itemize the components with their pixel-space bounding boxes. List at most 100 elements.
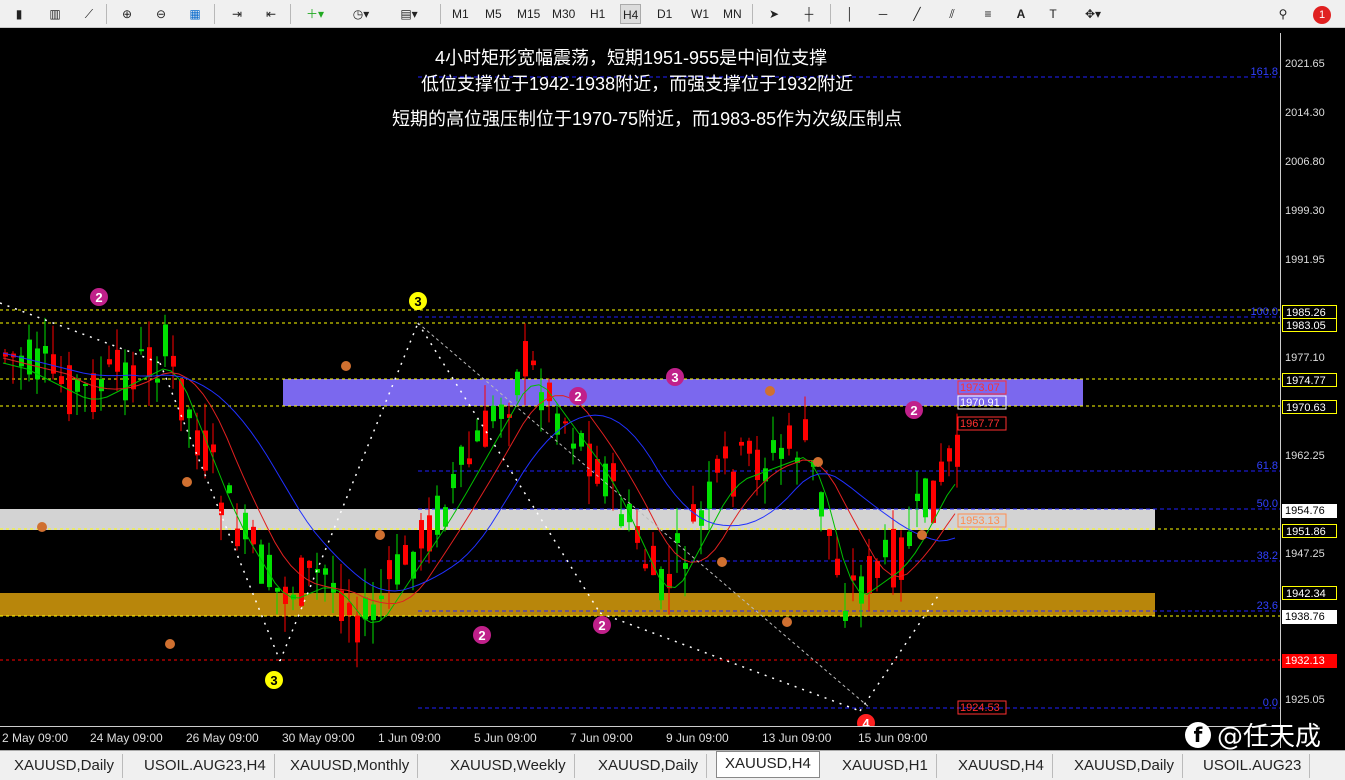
bull-candle — [155, 378, 160, 383]
horizontal-line-icon[interactable]: ─ — [872, 2, 894, 26]
bull-candle — [491, 405, 496, 422]
subwave-marker — [782, 617, 792, 627]
chart-tab[interactable]: XAUUSD,Daily — [6, 754, 124, 778]
bear-candle — [419, 520, 424, 549]
swing-dotted-line — [0, 302, 161, 364]
chart-tab[interactable]: XAUUSD,Daily — [590, 754, 708, 778]
subwave-marker — [765, 386, 775, 396]
crosshair-icon[interactable]: ┼ — [798, 2, 820, 26]
chart-tab[interactable]: USOIL.AUG23,H4 — [136, 754, 275, 778]
timeframe-m30[interactable]: M30 — [550, 4, 577, 24]
wave-label: 2 — [478, 628, 485, 643]
bear-candle — [115, 349, 120, 372]
subwave-marker — [341, 361, 351, 371]
bear-candle — [171, 355, 176, 367]
timeframe-m5[interactable]: M5 — [483, 4, 504, 24]
arrows-icon[interactable]: ✥▾ — [1076, 2, 1110, 26]
price-label: 1947.25 — [1285, 548, 1325, 560]
price-label: 1925.05 — [1285, 694, 1325, 706]
indicators-icon[interactable]: ＋▾ — [300, 2, 330, 26]
chart-tab[interactable]: XAUUSD,Daily — [1066, 754, 1184, 778]
timeframe-h1[interactable]: H1 — [588, 4, 607, 24]
bull-candle — [323, 568, 328, 575]
bull-candle — [459, 446, 464, 465]
equidistant-channel-icon[interactable]: ⫽ — [940, 2, 964, 26]
bar-chart-icon[interactable]: ▮ — [8, 2, 30, 26]
bull-candle — [123, 362, 128, 401]
bear-candle — [939, 461, 944, 482]
bear-candle — [835, 558, 840, 576]
fibonacci-label: 23.6 — [1257, 600, 1278, 612]
chart-tab[interactable]: XAUUSD,H1 — [834, 754, 937, 778]
bull-candle — [363, 597, 368, 620]
chart-tab[interactable]: USOIL.AUG23 — [1195, 754, 1311, 778]
bull-candle — [819, 492, 824, 517]
timeframe-mn[interactable]: MN — [721, 4, 744, 24]
bear-candle — [723, 446, 728, 459]
chart-tab[interactable]: XAUUSD,Monthly — [282, 754, 419, 778]
price-label: 1991.95 — [1285, 254, 1325, 266]
chart-tab[interactable]: XAUUSD,Weekly — [442, 754, 575, 778]
bear-candle — [867, 556, 872, 594]
watermark: f @任天成 — [1185, 716, 1321, 753]
bear-candle — [651, 545, 656, 576]
bull-candle — [683, 563, 688, 569]
bull-candle — [571, 443, 576, 449]
time-label: 30 May 09:00 — [282, 731, 355, 745]
price-chart[interactable]: 161.8 100.0 61.8 50.0 38.2 23.6 0.0 1973.07 1970… — [0, 33, 1280, 726]
level-tag: 1973.07 — [960, 382, 1000, 394]
bear-candle — [467, 458, 472, 465]
bull-candle — [675, 533, 680, 544]
text-label-icon[interactable]: T — [1042, 2, 1064, 26]
line-chart-icon[interactable]: ⟋ — [78, 2, 100, 26]
vertical-line-icon[interactable]: │ — [840, 2, 860, 26]
price-level-box: 1954.76 — [1282, 504, 1337, 518]
bull-candle — [379, 595, 384, 600]
timeframe-m15[interactable]: M15 — [515, 4, 542, 24]
wave-label: 4 — [862, 716, 870, 726]
chart-tab[interactable]: XAUUSD,H4 — [950, 754, 1053, 778]
fibonacci-icon[interactable]: ≡ — [976, 2, 1000, 26]
bull-candle — [859, 576, 864, 604]
timeframe-m1[interactable]: M1 — [450, 4, 471, 24]
notifications-icon[interactable]: 1 — [1306, 2, 1338, 26]
bull-candle — [75, 378, 80, 392]
bear-candle — [427, 515, 432, 552]
bear-candle — [739, 441, 744, 446]
templates-icon[interactable]: ▤▾ — [392, 2, 426, 26]
price-level-box: 1985.26 — [1282, 305, 1337, 319]
timeframe-w1[interactable]: W1 — [689, 4, 711, 24]
bear-candle — [251, 526, 256, 545]
zoom-in-icon[interactable]: ⊕ — [116, 2, 138, 26]
price-label: 2014.30 — [1285, 107, 1325, 119]
text-icon[interactable]: A — [1012, 2, 1030, 26]
periods-icon[interactable]: ◷▾ — [344, 2, 378, 26]
search-icon[interactable]: ⚲ — [1272, 2, 1294, 26]
zoom-out-icon[interactable]: ⊖ — [150, 2, 172, 26]
bear-candle — [59, 376, 64, 385]
cursor-icon[interactable]: ➤ — [764, 2, 784, 26]
chart-tab[interactable]: XAUUSD,H4 — [716, 751, 820, 778]
price-label: 1977.10 — [1285, 352, 1325, 364]
bull-candle — [43, 346, 48, 354]
wave-label: 3 — [671, 370, 678, 385]
time-label: 26 May 09:00 — [186, 731, 259, 745]
bull-candle — [99, 379, 104, 392]
bull-candle — [707, 481, 712, 509]
chart-shift-icon[interactable]: ⇤ — [260, 2, 282, 26]
chart-tabs: XAUUSD,Daily USOIL.AUG23,H4 XAUUSD,Monthly… — [0, 750, 1345, 780]
candlestick-icon[interactable]: ▥ — [44, 2, 66, 26]
auto-scroll-icon[interactable]: ⇥ — [226, 2, 248, 26]
bear-candle — [387, 560, 392, 580]
timeframe-d1[interactable]: D1 — [655, 4, 674, 24]
fibonacci-label: 38.2 — [1257, 550, 1278, 562]
level-tag: 1970.91 — [960, 397, 1000, 409]
price-level-box: 1951.86 — [1282, 524, 1337, 538]
annotation-line-3: 短期的高位强压制位于1970-75附近，而1983-85作为次级压制点 — [392, 109, 903, 129]
bear-candle — [307, 560, 312, 568]
trendline-icon[interactable]: ╱ — [906, 2, 928, 26]
tile-windows-icon[interactable]: ▦ — [184, 2, 206, 26]
time-label: 7 Jun 09:00 — [570, 731, 633, 745]
timeframe-h4[interactable]: H4 — [620, 4, 642, 24]
bear-candle — [611, 463, 616, 482]
